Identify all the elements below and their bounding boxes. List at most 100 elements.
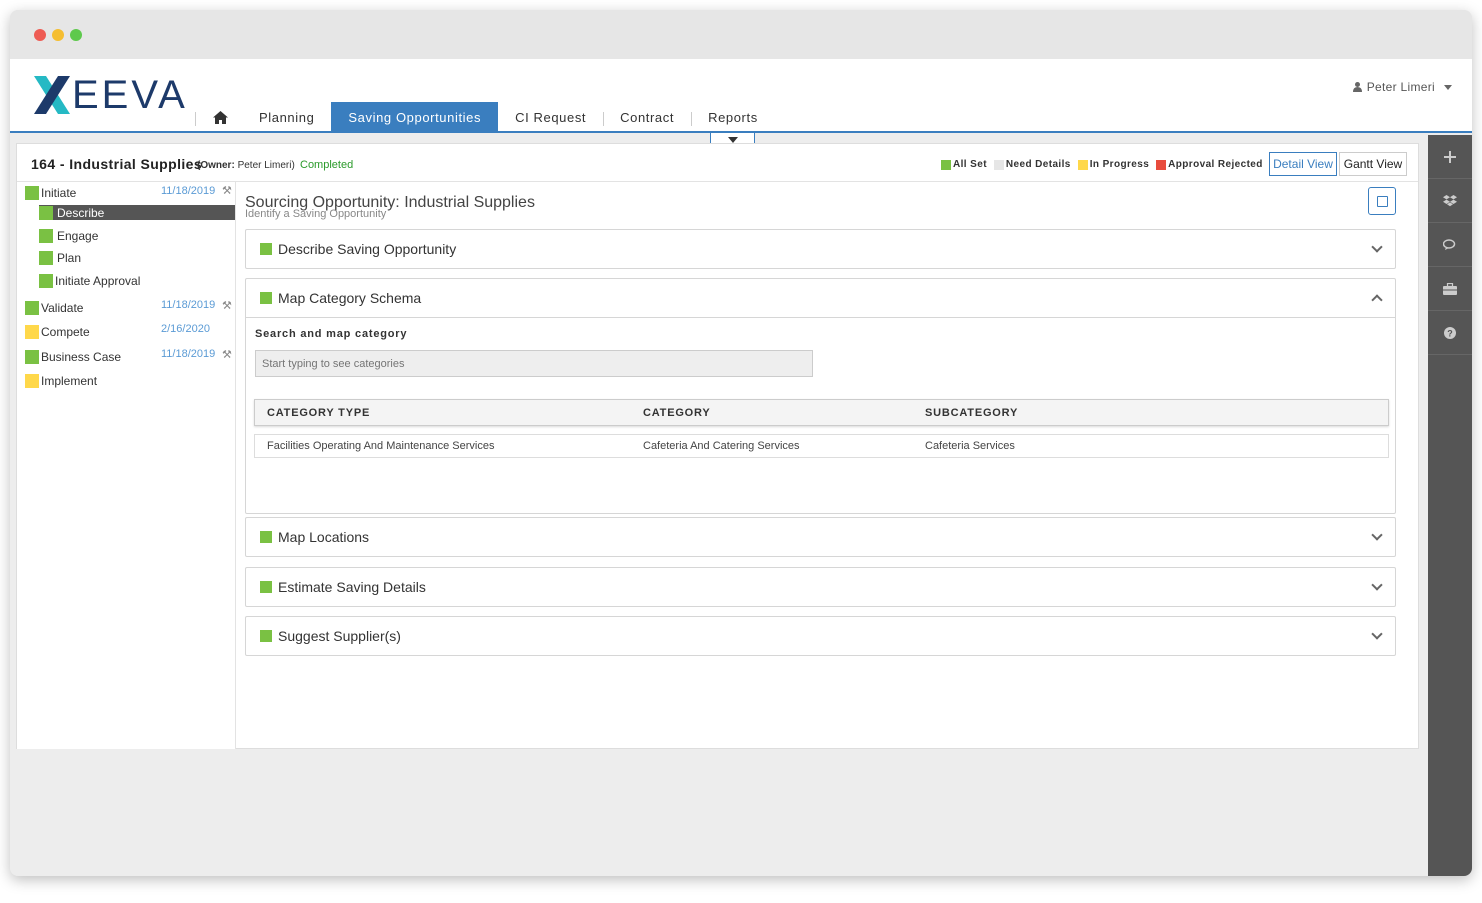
legend-label: In Progress xyxy=(1089,159,1150,170)
nav-home[interactable] xyxy=(195,102,242,133)
stage-date: 11/18/2019 xyxy=(161,348,216,360)
stage-validate[interactable]: Validate xyxy=(25,301,83,315)
caret-down-icon xyxy=(727,136,738,143)
nav-ci-request[interactable]: CI Request xyxy=(498,102,603,133)
user-icon xyxy=(1352,82,1362,92)
nav-contract[interactable]: Contract xyxy=(603,102,691,133)
opportunity-header: 164 - Industrial Supplies (Owner: Peter … xyxy=(17,144,1418,182)
substep-initiate-approval[interactable]: Initiate Approval xyxy=(39,273,235,288)
status-square xyxy=(39,205,53,220)
chevron-down-icon xyxy=(1371,529,1383,541)
close-window-button[interactable] xyxy=(34,29,46,41)
panel-describe-saving-opportunity: Describe Saving Opportunity xyxy=(245,229,1396,269)
user-menu[interactable]: Peter Limeri xyxy=(1352,80,1452,94)
panel-title: Suggest Supplier(s) xyxy=(278,628,401,644)
search-category-label: Search and map category xyxy=(255,328,408,340)
stage-label: Initiate xyxy=(41,186,77,200)
category-table: CATEGORY TYPE CATEGORY SUBCATEGORY Facil… xyxy=(254,399,1389,458)
table-cell: Cafeteria Services xyxy=(925,440,1015,452)
briefcase-icon[interactable] xyxy=(1428,267,1472,311)
nav-saving-opportunities[interactable]: Saving Opportunities xyxy=(331,102,499,133)
top-navigation-bar: EEVA Planning Saving Opportunities CI Re… xyxy=(10,59,1472,133)
substep-plan[interactable]: Plan xyxy=(39,250,235,265)
legend-swatch-yellow xyxy=(1077,159,1088,170)
status-square xyxy=(260,531,272,543)
browser-window: EEVA Planning Saving Opportunities CI Re… xyxy=(10,10,1472,876)
panel-header[interactable]: Describe Saving Opportunity xyxy=(246,230,1395,268)
stage-date: 11/18/2019 xyxy=(161,299,216,311)
column-header: SUBCATEGORY xyxy=(925,406,1019,419)
panel-map-category-schema: Map Category Schema Search and map categ… xyxy=(245,278,1396,514)
detail-view-button[interactable]: Detail View xyxy=(1269,152,1337,176)
panel-estimate-saving-details: Estimate Saving Details xyxy=(245,567,1396,607)
gavel-icon[interactable]: ⚒ xyxy=(222,299,232,312)
table-cell: Facilities Operating And Maintenance Ser… xyxy=(267,440,495,452)
chat-icon[interactable] xyxy=(1428,223,1472,267)
help-icon[interactable]: ? xyxy=(1428,311,1472,355)
status-square xyxy=(39,273,53,288)
status-square xyxy=(25,350,39,364)
substep-label: Initiate Approval xyxy=(55,273,141,288)
stage-label: Implement xyxy=(41,374,98,388)
legend-approval-rejected: Approval Rejected xyxy=(1156,159,1263,170)
status-square xyxy=(260,581,272,593)
gavel-icon[interactable]: ⚒ xyxy=(222,348,232,361)
owner-name: Peter Limeri) xyxy=(237,160,295,171)
logo-text: EEVA xyxy=(72,72,188,117)
substep-describe[interactable]: Describe xyxy=(39,205,235,220)
stage-label: Business Case xyxy=(41,350,122,364)
legend-label: All Set xyxy=(953,159,987,170)
plus-icon[interactable] xyxy=(1428,135,1472,179)
maximize-window-button[interactable] xyxy=(70,29,82,41)
nav-planning[interactable]: Planning xyxy=(242,102,331,133)
panel-header[interactable]: Estimate Saving Details xyxy=(246,568,1395,606)
legend-swatch-green xyxy=(941,159,951,170)
stage-label: Compete xyxy=(41,325,90,339)
legend-swatch-red xyxy=(1156,159,1167,170)
status-square xyxy=(260,630,272,642)
status-square xyxy=(39,250,53,265)
notes-button[interactable] xyxy=(1368,187,1396,215)
legend-all-set: All Set xyxy=(941,159,987,170)
status-square xyxy=(260,292,272,304)
stage-date: 2/16/2020 xyxy=(161,323,210,335)
status-square xyxy=(260,243,272,255)
nav-reports[interactable]: Reports xyxy=(691,102,775,133)
main-panel: Sourcing Opportunity: Industrial Supplie… xyxy=(245,182,1415,749)
stage-implement[interactable]: Implement xyxy=(25,374,97,388)
panel-header[interactable]: Map Category Schema xyxy=(246,279,1395,317)
substep-label: Engage xyxy=(57,228,99,243)
status-square xyxy=(25,374,39,388)
stage-initiate[interactable]: Initiate xyxy=(25,186,76,200)
table-row[interactable]: Facilities Operating And Maintenance Ser… xyxy=(254,434,1389,458)
status-square xyxy=(25,325,39,339)
stage-business-case[interactable]: Business Case xyxy=(25,350,121,364)
stage-compete[interactable]: Compete xyxy=(25,325,90,339)
substep-label: Plan xyxy=(57,250,82,265)
opportunity-owner: (Owner: Peter Limeri) xyxy=(197,160,295,171)
minimize-window-button[interactable] xyxy=(52,29,64,41)
xeeva-logo[interactable]: EEVA xyxy=(34,72,188,117)
substep-engage[interactable]: Engage xyxy=(39,228,235,243)
note-icon xyxy=(1376,195,1388,207)
chevron-down-icon xyxy=(1444,84,1452,90)
gantt-view-button[interactable]: Gantt View xyxy=(1339,152,1407,176)
main-nav: Planning Saving Opportunities CI Request… xyxy=(195,102,775,133)
legend-label: Need Details xyxy=(1005,159,1071,170)
panel-title: Describe Saving Opportunity xyxy=(278,241,457,257)
status-badge: Completed xyxy=(300,159,354,171)
legend-label: Approval Rejected xyxy=(1168,159,1263,170)
chevron-up-icon xyxy=(1371,294,1383,306)
table-cell: Cafeteria And Catering Services xyxy=(643,440,800,452)
stage-date: 11/18/2019 xyxy=(161,185,216,197)
opportunity-title: 164 - Industrial Supplies xyxy=(31,156,203,172)
dropbox-icon[interactable] xyxy=(1428,179,1472,223)
panel-header[interactable]: Map Locations xyxy=(246,518,1395,556)
column-header: CATEGORY xyxy=(643,406,711,419)
panel-header[interactable]: Suggest Supplier(s) xyxy=(246,617,1395,655)
page-subtitle: Identify a Saving Opportunity xyxy=(245,208,387,220)
status-legend: All Set Need Details In Progress Approva… xyxy=(941,159,1263,170)
legend-need-details: Need Details xyxy=(993,159,1071,170)
gavel-icon[interactable]: ⚒ xyxy=(222,184,232,197)
category-search-input[interactable] xyxy=(255,350,813,377)
